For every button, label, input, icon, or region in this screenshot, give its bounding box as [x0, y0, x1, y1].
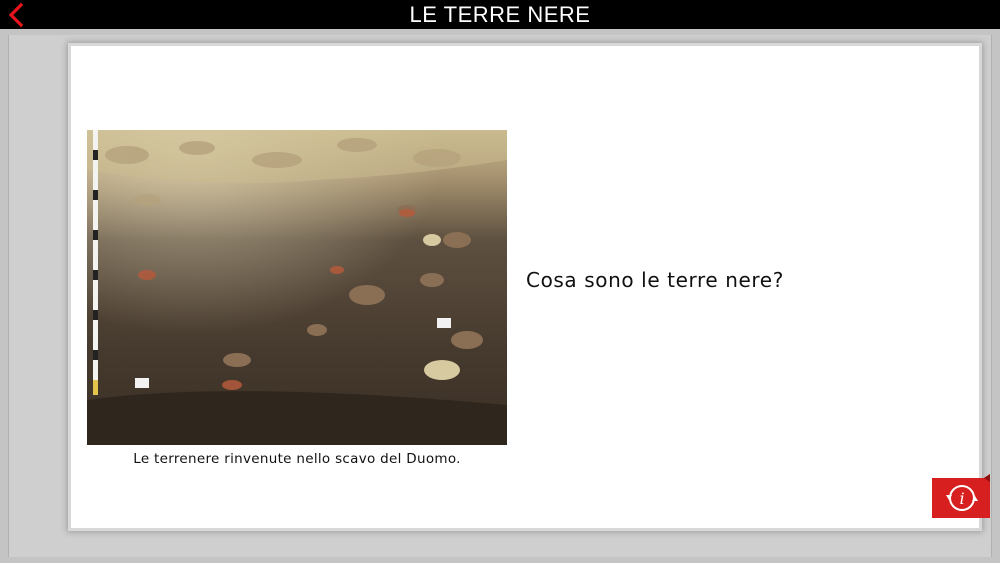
svg-text:i: i: [959, 489, 964, 508]
page-title: LE TERRE NERE: [409, 2, 591, 27]
content-card: Le terrenere rinvenute nello scavo del D…: [71, 46, 979, 528]
excavation-photo: [87, 130, 507, 445]
image-caption: Le terrenere rinvenute nello scavo del D…: [133, 451, 461, 467]
question-text: Cosa sono le terre nere?: [526, 268, 784, 292]
top-bar: LE TERRE NERE: [0, 0, 1000, 29]
info-swap-icon[interactable]: i: [932, 474, 990, 518]
